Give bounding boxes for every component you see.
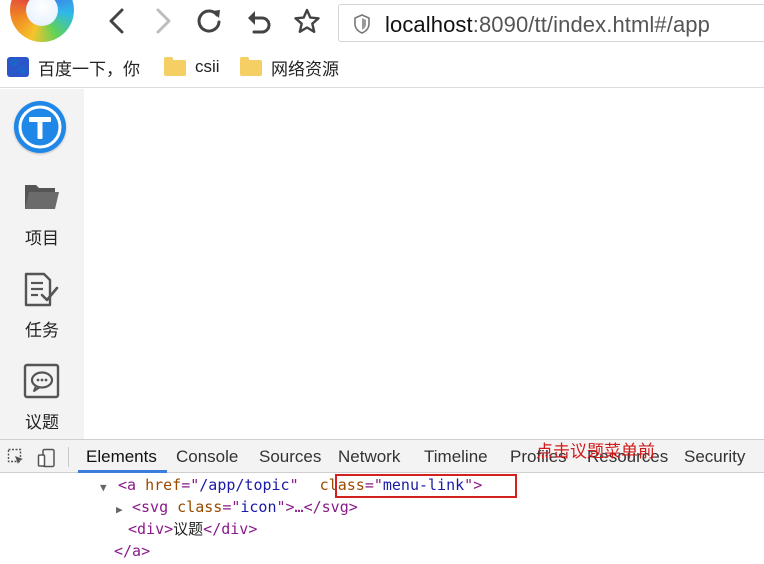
devtools-tabbar: Elements Console Sources Network Timelin… — [0, 440, 764, 473]
forward-icon[interactable] — [148, 6, 178, 36]
reload-icon[interactable] — [194, 6, 224, 36]
tab-timeline[interactable]: Timeline — [424, 447, 488, 467]
attr-class-value: icon — [240, 498, 277, 516]
tag-open: <div> — [128, 520, 174, 538]
tag-open: <svg — [132, 498, 178, 516]
app-viewport: 项目 任务 议题 — [0, 89, 764, 439]
bookmarks-bar: 百度一下，你 csii 网络资源 — [0, 46, 764, 88]
tag-close: </div> — [203, 520, 258, 538]
attr-class-value: menu-link — [382, 476, 465, 494]
browser-toolbar: localhost:8090/tt/index.html#/app — [0, 0, 764, 46]
url-host: localhost — [385, 12, 473, 37]
star-icon[interactable] — [292, 6, 322, 36]
undo-icon[interactable] — [244, 6, 274, 36]
attr-class: class — [319, 476, 365, 494]
menu-label: 项目 — [25, 229, 59, 248]
attr-class: class — [177, 498, 223, 516]
toolbar-divider — [68, 447, 69, 467]
bookmark-csii[interactable]: csii — [164, 56, 220, 78]
folder-icon — [240, 57, 262, 77]
text-node: 议题 — [173, 520, 204, 538]
bookmark-baidu[interactable]: 百度一下，你 — [7, 56, 140, 79]
dom-line-svg[interactable]: <svg class="icon">…</svg> — [132, 496, 358, 518]
tab-elements[interactable]: Elements — [86, 447, 157, 467]
task-icon — [24, 272, 59, 307]
url-path: :8090/tt/index.html#/app — [472, 12, 710, 37]
active-tab-indicator — [78, 470, 167, 473]
menu-link-task[interactable]: 任务 — [0, 271, 84, 351]
app-content — [84, 89, 764, 439]
attr-quote: " — [289, 476, 299, 494]
t-logo-icon — [18, 105, 62, 149]
dom-tree: ▼ <a href="/app/topic" class="menu-link"… — [0, 474, 764, 564]
app-sidebar: 项目 任务 议题 — [0, 89, 84, 439]
folder-icon — [164, 57, 186, 77]
menu-label: 议题 — [25, 413, 59, 432]
annotation-text: 点击议题菜单前 — [536, 442, 655, 461]
bookmark-label: csii — [195, 57, 220, 76]
tab-sources[interactable]: Sources — [259, 447, 321, 467]
back-icon[interactable] — [102, 6, 132, 36]
expand-triangle-icon[interactable]: ▼ — [100, 477, 107, 499]
shield-icon[interactable] — [353, 14, 371, 34]
dom-line-a-close[interactable]: </a> — [114, 540, 150, 562]
tab-console[interactable]: Console — [176, 447, 238, 467]
devtools-panel: Elements Console Sources Network Timelin… — [0, 439, 764, 564]
baidu-paw-icon — [7, 56, 29, 77]
tag-open: <a — [118, 476, 146, 494]
menu-link-topic[interactable]: 议题 — [0, 363, 84, 443]
bookmark-network-resources[interactable]: 网络资源 — [240, 56, 339, 79]
tab-network[interactable]: Network — [338, 447, 400, 467]
attr-href: href — [145, 476, 182, 494]
menu-label: 任务 — [25, 321, 59, 340]
tag-close: </a> — [114, 542, 151, 560]
collapse-triangle-icon[interactable]: ▶ — [116, 499, 123, 521]
attr-eq: =" — [181, 476, 200, 494]
address-bar[interactable]: localhost:8090/tt/index.html#/app — [338, 4, 764, 42]
browser-logo-icon — [10, 0, 74, 42]
bookmark-label: 百度一下，你 — [38, 59, 140, 79]
tab-security[interactable]: Security — [684, 447, 745, 467]
dom-line-a-open[interactable]: <a href="/app/topic" class="menu-link"> — [118, 474, 482, 496]
app-logo[interactable] — [14, 101, 66, 153]
tag-end: > — [473, 476, 483, 494]
attr-href-value: /app/topic — [199, 476, 290, 494]
address-url: localhost:8090/tt/index.html#/app — [385, 12, 710, 38]
tag-close: >…</svg> — [285, 498, 358, 516]
inspect-element-icon[interactable] — [7, 448, 25, 466]
menu-link-project[interactable]: 项目 — [0, 179, 84, 259]
device-mode-icon[interactable] — [37, 448, 57, 468]
dom-line-div[interactable]: <div>议题</div> — [128, 518, 257, 540]
bookmark-label: 网络资源 — [271, 59, 339, 79]
topic-icon — [23, 363, 60, 399]
folder-icon — [25, 185, 59, 209]
